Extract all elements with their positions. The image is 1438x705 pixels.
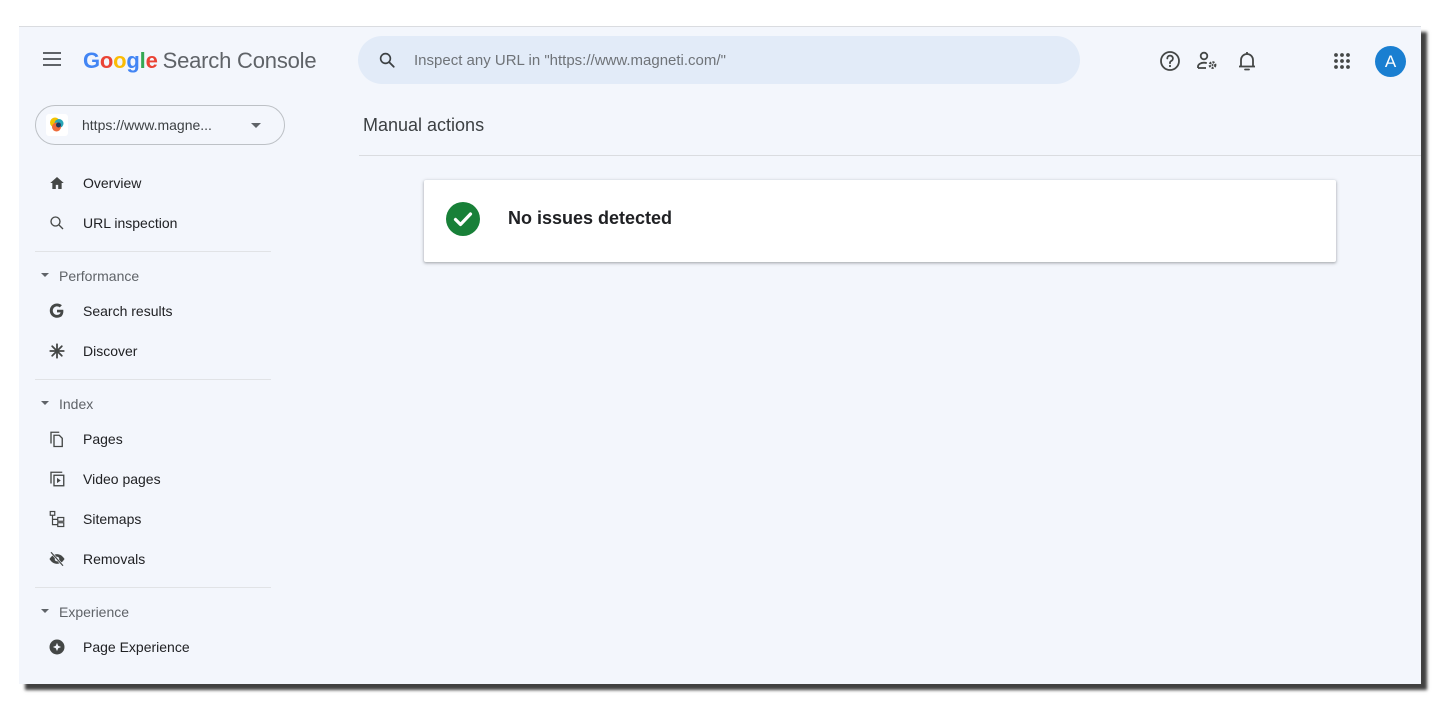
menu-icon-bar <box>43 58 61 60</box>
notifications-icon[interactable] <box>1235 49 1259 73</box>
sidebar-item-label: Video pages <box>83 471 161 487</box>
sidebar-item-label: Sitemaps <box>83 511 142 527</box>
site-favicon <box>46 114 68 136</box>
sidebar-nav: Overview URL inspection Performance Sear… <box>19 163 289 667</box>
product-name: Search Console <box>162 48 317 73</box>
collapse-caret-icon <box>41 273 49 277</box>
title-divider <box>359 155 1421 156</box>
nav-divider <box>35 587 271 588</box>
asterisk-icon <box>49 343 65 359</box>
sidebar-item-page-experience[interactable]: Page Experience <box>19 627 289 667</box>
sidebar-item-video-pages[interactable]: Video pages <box>19 459 289 499</box>
sidebar-item-label: Overview <box>83 175 142 191</box>
page-title: Manual actions <box>363 115 485 135</box>
app-logo[interactable]: Google Search Console <box>83 48 317 74</box>
menu-icon-bar <box>43 52 61 54</box>
section-experience[interactable]: Experience <box>19 596 289 627</box>
sidebar-item-label: Pages <box>83 431 123 447</box>
sidebar-item-label: Discover <box>83 343 138 359</box>
dropdown-caret-icon <box>251 123 261 128</box>
logo-letter: o <box>113 48 127 73</box>
nav-divider <box>35 251 271 252</box>
sidebar-item-label: URL inspection <box>83 215 178 231</box>
nav-divider <box>35 379 271 380</box>
apps-icon[interactable] <box>1330 49 1354 73</box>
app-window: GoogleSearch Console A <box>19 26 1421 684</box>
section-title: Performance <box>59 267 140 284</box>
sidebar-item-pages[interactable]: Pages <box>19 419 289 459</box>
sitemap-icon <box>49 510 65 528</box>
collapse-caret-icon <box>41 401 49 405</box>
removals-icon <box>49 551 65 567</box>
pages-icon <box>50 431 63 448</box>
section-index[interactable]: Index <box>19 388 289 419</box>
check-circle-icon <box>446 202 480 236</box>
manage-users-icon[interactable] <box>1195 49 1219 73</box>
sidebar-item-url-inspection[interactable]: URL inspection <box>19 203 289 243</box>
google-g-icon <box>49 303 64 318</box>
url-inspection-search[interactable] <box>358 36 1080 84</box>
sidebar-item-sitemaps[interactable]: Sitemaps <box>19 499 289 539</box>
sidebar-item-search-results[interactable]: Search results <box>19 291 289 331</box>
menu-icon-bar <box>43 64 61 66</box>
search-icon <box>379 52 395 68</box>
logo-letter: o <box>99 48 114 73</box>
help-icon[interactable] <box>1158 49 1182 73</box>
main-menu-button[interactable] <box>43 52 65 70</box>
google-wordmark: Google <box>83 48 158 73</box>
section-performance[interactable]: Performance <box>19 260 289 291</box>
sidebar-item-discover[interactable]: Discover <box>19 331 289 371</box>
status-message: No issues detected <box>508 208 673 228</box>
status-card: No issues detected <box>424 180 1336 262</box>
search-input[interactable] <box>414 51 1014 69</box>
sidebar-item-label: Removals <box>83 551 146 567</box>
video-pages-icon <box>50 471 65 487</box>
page-experience-icon <box>49 639 65 655</box>
collapse-caret-icon <box>41 609 49 613</box>
home-icon <box>50 177 64 189</box>
site-favicon-icon <box>50 117 64 132</box>
sidebar-item-label: Search results <box>83 303 173 319</box>
sidebar-item-overview[interactable]: Overview <box>19 163 289 203</box>
account-avatar[interactable]: A <box>1375 46 1406 77</box>
sidebar-item-label: Page Experience <box>83 639 190 655</box>
section-title: Experience <box>59 603 130 620</box>
section-title: Index <box>59 395 94 412</box>
logo-letter: e <box>145 48 158 73</box>
property-selector[interactable]: https://www.magne... <box>35 105 285 145</box>
search-icon <box>50 216 64 230</box>
logo-letter: g <box>126 48 140 73</box>
property-url: https://www.magne... <box>82 117 212 133</box>
logo-letter: G <box>83 48 100 73</box>
sidebar-item-removals[interactable]: Removals <box>19 539 289 579</box>
